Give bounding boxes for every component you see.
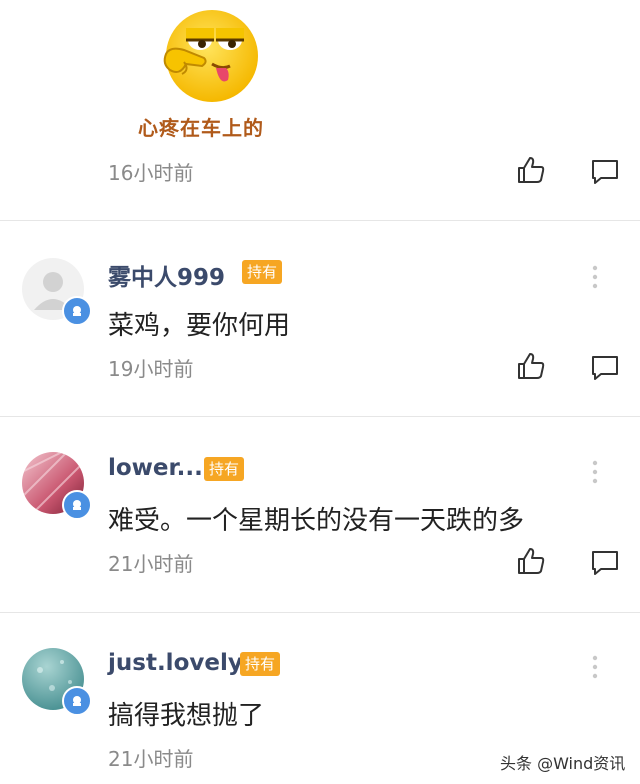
sticker-caption: 心疼在车上的 xyxy=(138,116,264,140)
comment-time: 19小时前 xyxy=(108,357,194,381)
username[interactable]: just.lovely xyxy=(108,650,243,676)
thumbs-up-icon[interactable] xyxy=(516,546,546,576)
avatar[interactable] xyxy=(22,258,92,328)
thumbs-up-icon[interactable] xyxy=(516,155,546,185)
divider xyxy=(0,612,640,613)
comment-time: 21小时前 xyxy=(108,552,194,576)
more-options-icon[interactable] xyxy=(590,264,600,290)
comment-time: 16小时前 xyxy=(108,161,194,185)
more-options-icon[interactable] xyxy=(590,654,600,680)
holder-badge-icon xyxy=(62,490,92,520)
comment-feed: 心疼在车上的 16小时前 雾中人999 持有 菜鸡，要你何用 19小时前 low… xyxy=(0,0,640,784)
holding-tag: 持有 xyxy=(242,260,283,284)
divider xyxy=(0,416,640,417)
holder-badge-icon xyxy=(62,686,92,716)
avatar[interactable] xyxy=(22,648,92,718)
reply-icon[interactable] xyxy=(590,353,620,383)
holding-tag: 持有 xyxy=(204,457,245,481)
thumbs-up-icon[interactable] xyxy=(516,351,546,381)
comment-text: 难受。一个星期长的没有一天跌的多 xyxy=(108,506,525,536)
sticker-comment: 心疼在车上的 16小时前 xyxy=(0,0,640,220)
username[interactable]: 雾中人999 xyxy=(108,258,225,292)
reply-icon[interactable] xyxy=(590,548,620,578)
holding-tag: 持有 xyxy=(240,652,281,676)
username[interactable]: lower... xyxy=(108,455,203,481)
reply-icon[interactable] xyxy=(590,157,620,187)
more-options-icon[interactable] xyxy=(590,459,600,485)
holder-badge-icon xyxy=(62,296,92,326)
smirk-finger-emoji-icon xyxy=(163,10,258,102)
comment-time: 21小时前 xyxy=(108,747,194,771)
watermark: 头条 @Wind资讯 xyxy=(500,754,626,773)
comment-text: 搞得我想抛了 xyxy=(108,701,265,731)
avatar[interactable] xyxy=(22,452,92,522)
comment-text: 菜鸡，要你何用 xyxy=(108,311,291,341)
divider xyxy=(0,220,640,221)
